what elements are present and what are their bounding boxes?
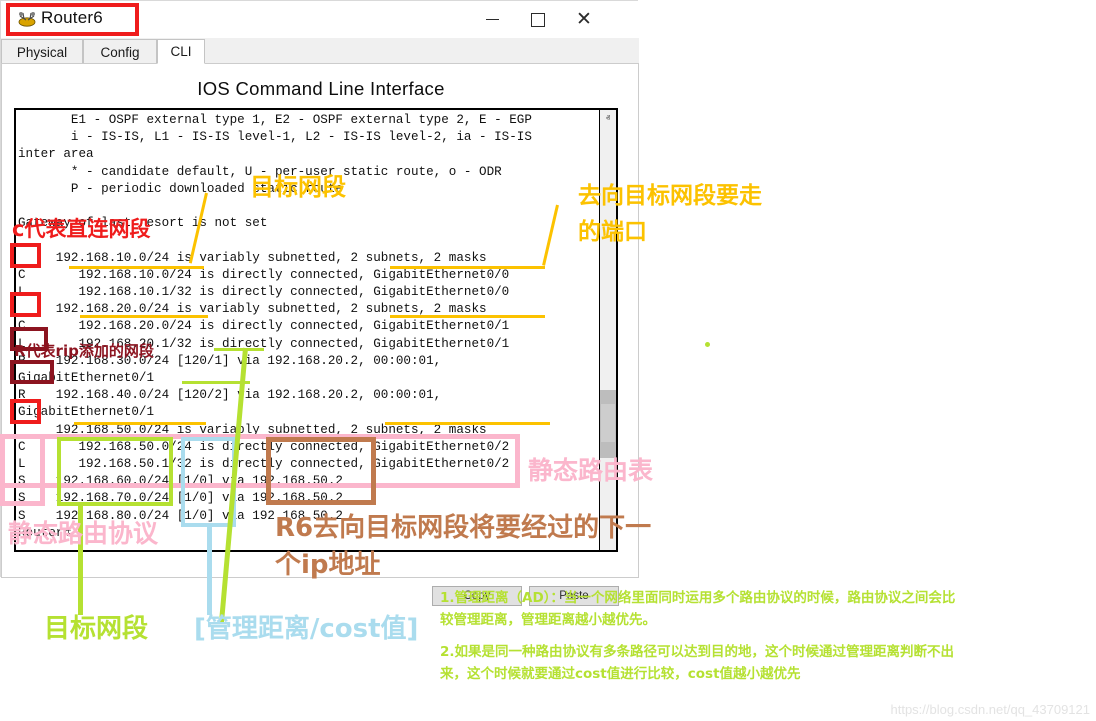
annotation-target-net-green: 目标网段 [44,613,148,646]
scroll-up-icon[interactable]: ⱏ [600,110,616,127]
tab-cli[interactable]: CLI [157,39,205,64]
underline-target-net-1 [69,266,204,269]
annotation-egress-port-line2: 的端口 [578,218,647,247]
annotation-egress-port-line1: 去向目标网段要走 [578,182,762,211]
underline-egress-port-2 [390,315,545,318]
leader-ad-cost-blue [207,524,212,615]
highlight-box-r-2 [10,360,54,384]
annotation-next-hop-line2: 个ip地址 [275,549,381,582]
tab-strip-filler [205,39,639,65]
highlight-box-c-2 [10,292,41,317]
annotation-r-rip: R代表rip添加的网段 [14,342,154,361]
annotation-note2-line1: 2.如果是同一种路由协议有多条路径可以达到目的地，这个时候通过管理距离判断不出 [440,644,954,661]
annotation-note1-line2: 较管理距离，管理距离越小越优先。 [440,612,656,629]
highlight-box-target-network [57,437,173,506]
annotation-note2-line2: 来，这个时候就要通过cost值进行比较，cost值越小越优先 [440,666,801,683]
watermark: https://blog.csdn.net/qq_43709121 [891,702,1091,717]
underline-egress-port-1 [390,266,545,269]
highlight-box-next-hop [266,437,376,505]
annotation-target-net-yellow: 目标网段 [250,172,346,202]
title-highlight-box [6,3,139,36]
scrollbar-thumb[interactable] [601,404,615,442]
highlight-box-c-3 [10,399,41,424]
tab-strip: Physical Config CLI [1,38,639,65]
highlight-box-c-1 [10,243,41,268]
underline-target-net-3 [74,422,206,425]
annotation-note1-line1: 1.管理距离（AD）：当一个网络里面同时运用多个路由协议的时候，路由协议之间会比 [440,590,955,607]
underline-metric-1 [214,348,264,351]
annotation-static-route-table: 静态路由表 [528,455,653,486]
tab-config[interactable]: Config [83,39,157,64]
stray-dot [705,342,710,347]
close-icon[interactable]: ✕ [561,1,607,38]
underline-target-net-2 [80,315,208,318]
annotation-c-direct: c代表直连网段 [12,216,150,242]
annotation-ad-cost: [管理距离/cost值] [194,613,418,646]
underline-egress-port-3 [385,422,550,425]
annotation-next-hop-line1: R6去向目标网段将要经过的下一 [275,512,651,545]
annotation-static-route-protocol: 静态路由协议 [8,518,158,549]
tab-physical[interactable]: Physical [1,39,83,64]
cli-heading: IOS Command Line Interface [2,78,640,100]
minimize-button[interactable] [469,1,515,38]
window-titlebar: Router6 ✕ [1,1,639,38]
maximize-button[interactable] [515,1,561,38]
